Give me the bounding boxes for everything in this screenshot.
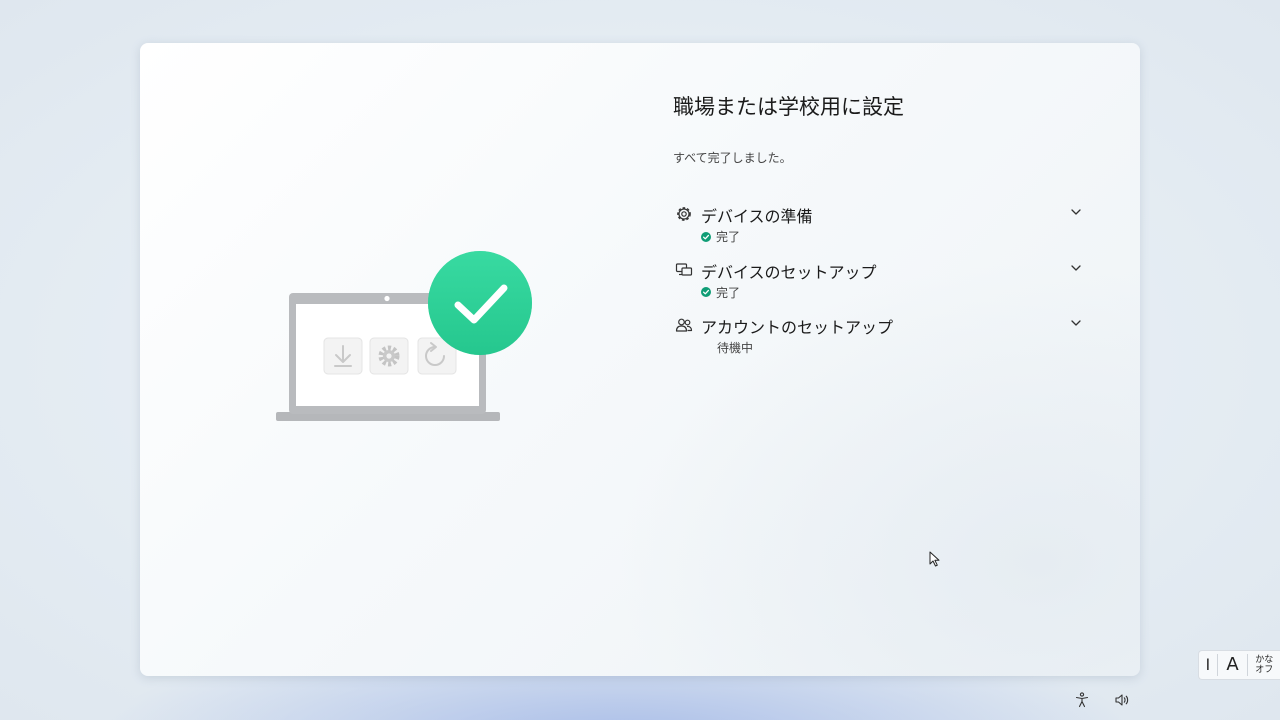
- step-status-text: 完了: [716, 285, 741, 300]
- step-status-text: 完了: [716, 230, 741, 244]
- check-circle-icon: [701, 287, 711, 297]
- page-title: 職場または学校用に設定: [673, 95, 904, 119]
- setup-complete-illustration: [276, 251, 532, 421]
- check-circle-icon: [701, 231, 711, 242]
- settings-tile-icon: [369, 337, 409, 375]
- ime-kana-toggle[interactable]: かな オフ: [1248, 655, 1280, 675]
- ime-text-cursor: I: [1199, 654, 1218, 676]
- devices-icon: [675, 262, 693, 276]
- volume-icon[interactable]: [1114, 692, 1130, 708]
- step-status: 完了: [701, 284, 740, 301]
- step-status: 完了: [701, 228, 740, 245]
- download-tile-icon: [323, 337, 363, 375]
- step-label: デバイスの準備: [701, 207, 813, 226]
- setup-steps-list: デバイスの準備 完了 デバイスのセットアップ 完了 アカウントのセットアップ 待…: [673, 201, 1083, 368]
- mouse-pointer-icon: [929, 551, 940, 567]
- ime-kana-line2: オフ: [1255, 665, 1274, 675]
- ime-kana-line1: かな: [1255, 655, 1274, 665]
- step-status: 待機中: [717, 339, 753, 356]
- people-icon: [675, 318, 693, 332]
- chevron-down-icon[interactable]: [1069, 261, 1083, 275]
- chevron-down-icon[interactable]: [1069, 316, 1083, 330]
- step-status-text: 待機中: [717, 341, 754, 355]
- step-label: デバイスのセットアップ: [701, 262, 877, 282]
- chevron-down-icon[interactable]: [1069, 205, 1083, 219]
- laptop-camera: [384, 295, 390, 302]
- step-device-preparation[interactable]: デバイスの準備 完了: [673, 201, 1083, 257]
- step-account-setup[interactable]: アカウントのセットアップ 待機中: [673, 312, 1083, 368]
- step-label: アカウントのセットアップ: [701, 318, 894, 337]
- ime-input-mode[interactable]: A: [1218, 654, 1249, 676]
- accessibility-icon[interactable]: [1074, 692, 1090, 708]
- setup-panel: 職場または学校用に設定 すべて完了しました。 デバイスの準備 完了 デバイスのセ…: [140, 43, 1140, 676]
- gear-icon: [677, 207, 691, 221]
- completion-message: すべて完了しました。: [673, 151, 792, 165]
- ime-mode-indicator[interactable]: I A かな オフ: [1198, 650, 1280, 680]
- step-device-setup[interactable]: デバイスのセットアップ 完了: [673, 257, 1083, 313]
- check-badge-icon: [428, 251, 532, 355]
